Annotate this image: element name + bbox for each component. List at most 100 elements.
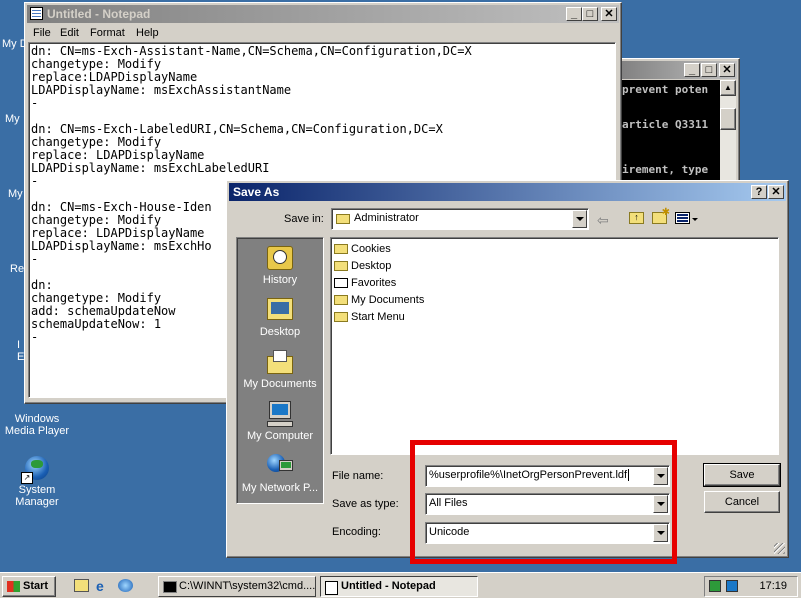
notepad-titlebar[interactable]: Untitled - Notepad _ □ ✕ xyxy=(27,5,619,23)
folder-icon xyxy=(336,214,350,224)
folder-icon xyxy=(334,244,348,255)
help-button[interactable]: ? xyxy=(751,185,767,199)
back-icon[interactable]: ⇦ xyxy=(597,212,609,229)
my-documents-icon xyxy=(265,348,295,376)
folder-icon xyxy=(334,261,348,272)
save-in-label: Save in: xyxy=(284,213,324,225)
desktop-icon-system-manager[interactable]: ↗ System Manager xyxy=(2,452,72,508)
maximize-button[interactable]: □ xyxy=(701,63,717,77)
notepad-title: Untitled - Notepad xyxy=(47,7,151,21)
system-tray: 17:19 xyxy=(704,576,798,597)
quick-launch-show-desktop-icon[interactable] xyxy=(74,579,89,592)
tray-network-icon[interactable] xyxy=(709,580,721,592)
encoding-label: Encoding: xyxy=(332,526,381,538)
cancel-button[interactable]: Cancel xyxy=(704,491,780,513)
desktop-label-ie-1: I xyxy=(17,339,21,351)
view-menu-chevron-icon[interactable] xyxy=(692,218,698,221)
maximize-button[interactable]: □ xyxy=(582,7,598,21)
file-list-item[interactable]: Start Menu xyxy=(334,309,424,326)
history-icon xyxy=(265,244,295,272)
windows-logo-icon xyxy=(7,581,20,592)
file-list-item[interactable]: Favorites xyxy=(334,275,424,292)
notepad-icon xyxy=(325,581,338,595)
file-list-item[interactable]: Cookies xyxy=(334,241,424,258)
console-output: prevent poten article Q3311 irement, typ… xyxy=(620,80,720,182)
close-button[interactable]: ✕ xyxy=(768,185,784,199)
chevron-down-icon[interactable] xyxy=(572,210,587,228)
close-button[interactable]: ✕ xyxy=(719,63,735,77)
my-network-places-icon xyxy=(265,452,295,480)
desktop-label-my-computer: My xyxy=(5,113,20,125)
file-list-item-label: Desktop xyxy=(351,260,392,272)
quick-launch-outlook-icon[interactable] xyxy=(118,579,133,592)
taskbar-item-label: Untitled - Notepad xyxy=(341,580,436,592)
notepad-line: LDAPDisplayName: msExchLabeledURI xyxy=(31,161,270,175)
new-folder-icon[interactable]: ✱ xyxy=(652,207,670,224)
dialog-title: Save As xyxy=(233,185,280,199)
system-manager-icon: ↗ xyxy=(21,452,53,484)
taskbar-item-label: C:\WINNT\system32\cmd.... xyxy=(179,580,316,592)
close-button[interactable]: ✕ xyxy=(601,7,617,21)
desktop-icon-label: Manager xyxy=(15,496,59,508)
menu-format[interactable]: Format xyxy=(90,25,125,41)
taskbar: Start e C:\WINNT\system32\cmd.... Untitl… xyxy=(0,572,801,598)
place-history[interactable]: History xyxy=(237,244,323,286)
scroll-thumb[interactable] xyxy=(720,108,736,130)
place-my-documents[interactable]: My Documents xyxy=(237,348,323,390)
notepad-line: LDAPDisplayName: msExchAssistantName xyxy=(31,83,292,97)
save-button[interactable]: Save xyxy=(703,463,781,487)
console-scrollbar[interactable]: ▲ xyxy=(720,80,736,182)
place-label: Desktop xyxy=(259,326,301,338)
console-titlebar[interactable]: _ □ ✕ xyxy=(619,61,737,79)
desktop-icon-windows-media-player[interactable]: Windows Media Player xyxy=(2,413,72,437)
menu-edit[interactable]: Edit xyxy=(60,25,79,41)
taskbar-item-cmd[interactable]: C:\WINNT\system32\cmd.... xyxy=(158,576,316,597)
console-line: prevent poten xyxy=(622,83,709,96)
place-label: History xyxy=(262,274,298,286)
clock: 17:19 xyxy=(759,580,787,592)
highlight-box xyxy=(410,440,677,564)
cmd-icon xyxy=(163,581,177,593)
place-my-computer[interactable]: My Computer xyxy=(237,400,323,442)
desktop-label-my-network: My xyxy=(8,188,23,200)
favorites-folder-icon xyxy=(334,278,348,289)
resize-grip[interactable] xyxy=(774,543,785,554)
menu-file[interactable]: File xyxy=(33,25,51,41)
save-as-titlebar[interactable]: Save As ? ✕ xyxy=(229,183,786,201)
place-label: My Network P... xyxy=(241,482,319,494)
file-name-label: File name: xyxy=(332,470,384,482)
desktop-icon-label: System xyxy=(18,484,56,496)
tray-monitor-icon[interactable] xyxy=(726,580,738,592)
start-button[interactable]: Start xyxy=(2,576,56,597)
file-list-item[interactable]: Desktop xyxy=(334,258,424,275)
places-bar: History Desktop My Documents My Computer xyxy=(236,237,324,504)
file-list[interactable]: Cookies Desktop Favorites My Documents Start… xyxy=(330,237,779,455)
console-window[interactable]: _ □ ✕ prevent poten article Q3311 iremen… xyxy=(616,58,740,184)
file-list-item[interactable]: My Documents xyxy=(334,292,424,309)
file-list-item-label: Cookies xyxy=(351,243,391,255)
folder-icon xyxy=(334,312,348,323)
file-list-item-label: Favorites xyxy=(351,277,397,289)
desktop-icon-label: Windows xyxy=(14,413,60,425)
menu-help[interactable]: Help xyxy=(136,25,159,41)
place-label: My Documents xyxy=(243,378,317,390)
console-line: article Q3311 xyxy=(622,118,709,131)
place-my-network[interactable]: My Network P... xyxy=(237,452,323,494)
place-desktop[interactable]: Desktop xyxy=(237,296,323,338)
view-menu-icon[interactable] xyxy=(675,212,690,224)
quick-launch-ie-icon[interactable]: e xyxy=(96,578,104,594)
minimize-button[interactable]: _ xyxy=(684,63,700,77)
up-folder-icon[interactable]: ↑ xyxy=(629,212,644,224)
file-list-item-label: Start Menu xyxy=(351,311,405,323)
console-line: irement, type xyxy=(622,163,709,176)
desktop-label-recycle-bin: Re xyxy=(10,263,25,275)
save-in-dropdown[interactable]: Administrator xyxy=(331,208,589,230)
folder-icon xyxy=(334,295,348,306)
taskbar-item-notepad[interactable]: Untitled - Notepad xyxy=(320,576,478,597)
minimize-button[interactable]: _ xyxy=(566,7,582,21)
scroll-up-button[interactable]: ▲ xyxy=(720,80,736,96)
notepad-menubar: File Edit Format Help xyxy=(28,25,618,42)
file-list-item-label: My Documents xyxy=(351,294,425,306)
desktop-icon xyxy=(265,296,295,324)
place-label: My Computer xyxy=(246,430,314,442)
